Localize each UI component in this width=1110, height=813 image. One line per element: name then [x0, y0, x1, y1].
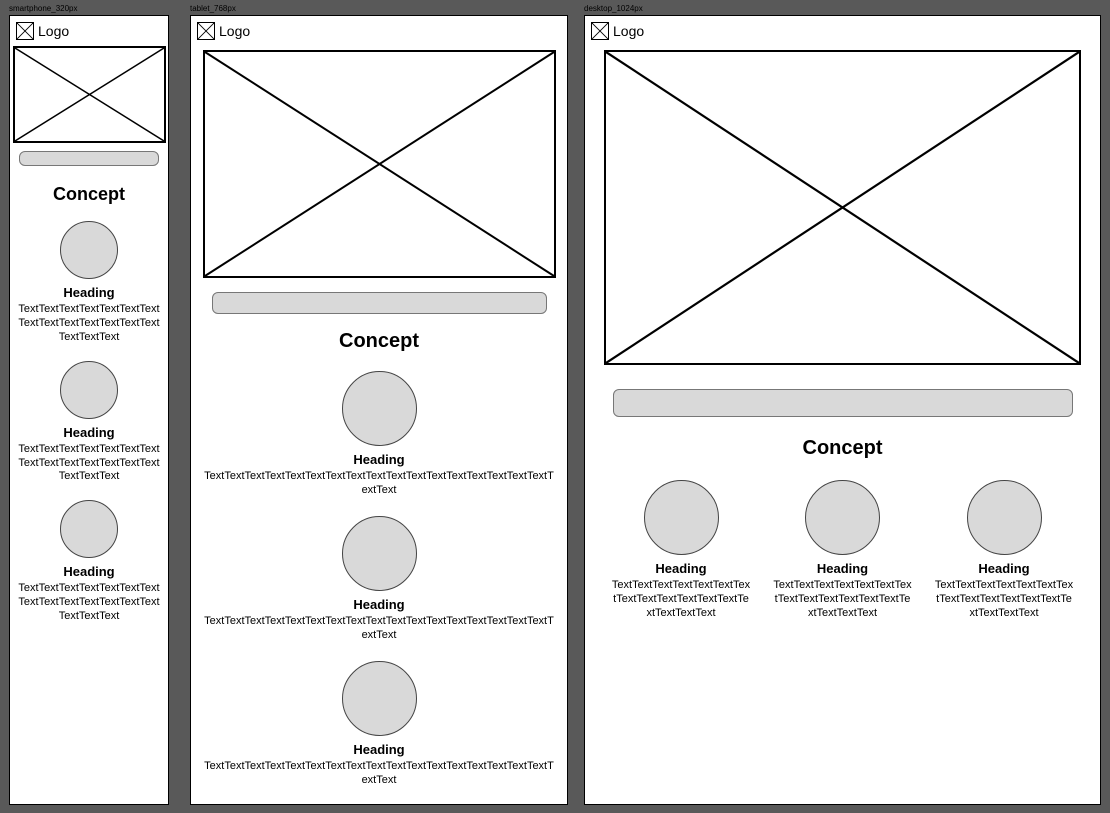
logo-icon: [16, 22, 34, 40]
hero-image-placeholder: [604, 50, 1081, 365]
concept-items-column: Heading TextTextTextTextTextTextTextText…: [195, 353, 563, 787]
item-heading: Heading: [63, 285, 114, 301]
item-body: TextTextTextTextTextTextTextTextTextText…: [934, 579, 1074, 620]
item-icon-placeholder: [805, 480, 880, 555]
concept-items-column: Heading TextTextTextTextTextTextTextText…: [14, 205, 164, 624]
item-heading: Heading: [978, 561, 1029, 577]
item-heading: Heading: [63, 425, 114, 441]
logo-row: Logo: [589, 20, 1096, 46]
item-icon-placeholder: [60, 500, 118, 558]
item-body: TextTextTextTextTextTextTextTextTextText…: [204, 470, 554, 498]
item-heading: Heading: [353, 742, 404, 758]
item-heading: Heading: [817, 561, 868, 577]
item-body: TextTextTextTextTextTextTextTextTextText…: [204, 615, 554, 643]
frame-tablet: Logo Concept Heading TextTextTextTextTex…: [190, 15, 568, 805]
concept-item: Heading TextTextTextTextTextTextTextText…: [204, 371, 554, 498]
logo-row: Logo: [14, 20, 164, 46]
item-icon-placeholder: [342, 661, 417, 736]
logo-label: Logo: [219, 23, 250, 39]
concept-item: Heading TextTextTextTextTextTextTextText…: [17, 221, 161, 345]
item-icon-placeholder: [60, 221, 118, 279]
frame-desktop: Logo Concept Heading TextTextTextTextTex…: [584, 15, 1101, 805]
item-icon-placeholder: [644, 480, 719, 555]
item-body: TextTextTextTextTextTextTextTextTextText…: [17, 303, 161, 344]
concept-item: Heading TextTextTextTextTextTextTextText…: [204, 661, 554, 788]
concept-heading: Concept: [14, 184, 164, 205]
logo-label: Logo: [613, 23, 644, 39]
concept-item: Heading TextTextTextTextTextTextTextText…: [934, 480, 1074, 621]
logo-icon: [591, 22, 609, 40]
item-heading: Heading: [353, 597, 404, 613]
item-body: TextTextTextTextTextTextTextTextTextText…: [17, 582, 161, 623]
logo-label: Logo: [38, 23, 69, 39]
item-icon-placeholder: [342, 371, 417, 446]
concept-items-row: Heading TextTextTextTextTextTextTextText…: [589, 480, 1096, 621]
item-heading: Heading: [353, 452, 404, 468]
concept-heading: Concept: [589, 437, 1096, 460]
logo-icon: [197, 22, 215, 40]
concept-item: Heading TextTextTextTextTextTextTextText…: [17, 361, 161, 485]
concept-item: Heading TextTextTextTextTextTextTextText…: [611, 480, 751, 621]
concept-item: Heading TextTextTextTextTextTextTextText…: [204, 516, 554, 643]
logo-row: Logo: [195, 20, 563, 46]
item-icon-placeholder: [967, 480, 1042, 555]
frame-label-smartphone: smartphone_320px: [9, 4, 78, 13]
item-icon-placeholder: [342, 516, 417, 591]
item-icon-placeholder: [60, 361, 118, 419]
hero-image-placeholder: [13, 46, 166, 143]
item-heading: Heading: [655, 561, 706, 577]
cta-bar[interactable]: [212, 292, 547, 314]
item-body: TextTextTextTextTextTextTextTextTextText…: [773, 579, 913, 620]
hero-image-placeholder: [203, 50, 556, 278]
item-body: TextTextTextTextTextTextTextTextTextText…: [17, 443, 161, 484]
concept-item: Heading TextTextTextTextTextTextTextText…: [773, 480, 913, 621]
item-body: TextTextTextTextTextTextTextTextTextText…: [204, 760, 554, 788]
concept-heading: Concept: [195, 330, 563, 353]
item-body: TextTextTextTextTextTextTextTextTextText…: [611, 579, 751, 620]
concept-item: Heading TextTextTextTextTextTextTextText…: [17, 500, 161, 624]
frame-label-desktop: desktop_1024px: [584, 4, 643, 13]
frame-label-tablet: tablet_768px: [190, 4, 236, 13]
cta-bar[interactable]: [613, 389, 1073, 417]
item-heading: Heading: [63, 564, 114, 580]
cta-bar[interactable]: [19, 151, 159, 166]
frame-smartphone: Logo Concept Heading TextTextTextTextTex…: [9, 15, 169, 805]
